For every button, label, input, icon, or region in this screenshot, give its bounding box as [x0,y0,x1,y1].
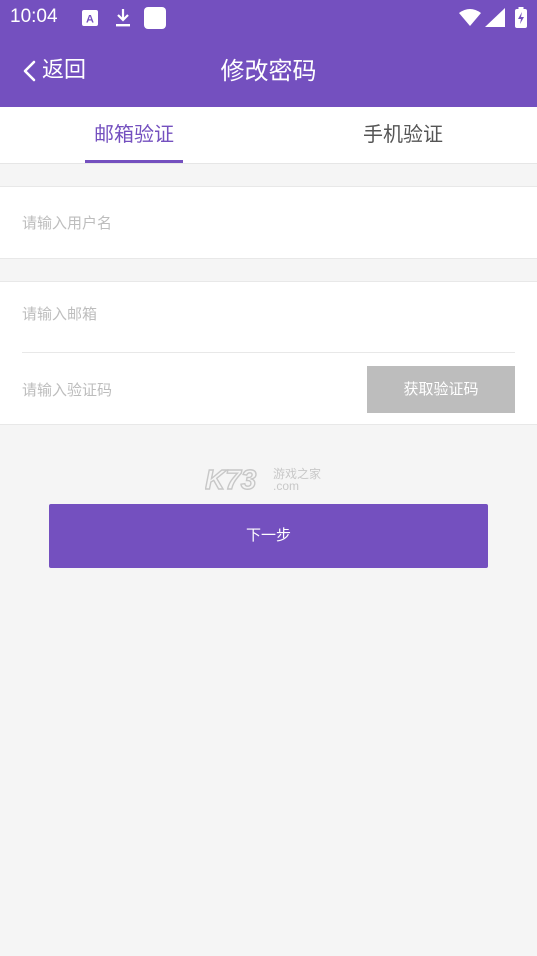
get-code-button[interactable]: 获取验证码 [367,366,515,413]
tab-phone-label: 手机验证 [363,122,443,146]
tab-email-verification[interactable]: 邮箱验证 [85,107,183,164]
font-badge-icon: A [82,10,98,26]
square-app-icon [144,7,166,29]
wifi-icon [459,9,481,26]
email-input[interactable]: 请输入邮箱 [22,303,97,324]
back-label: 返回 [42,58,87,83]
chevron-left-icon [23,60,36,82]
back-button[interactable]: 返回 [22,56,86,86]
watermark-domain: .com [273,479,299,493]
field-divider [22,352,515,353]
status-time: 10:04 [10,6,58,27]
watermark-brand: K73 [205,464,257,495]
username-card: 请输入用户名 [0,186,537,259]
active-tab-indicator [85,160,183,163]
email-card: 请输入邮箱 请输入验证码 获取验证码 [0,281,537,425]
battery-charging-icon [515,7,527,28]
tab-phone-verification[interactable]: 手机验证 [354,107,452,164]
app-bar: 返回 修改密码 [0,36,537,107]
svg-text:A: A [86,14,94,26]
next-step-button[interactable]: 下一步 [49,504,488,568]
username-input[interactable]: 请输入用户名 [22,212,112,233]
signal-icon [485,8,505,27]
status-bar: 10:04 A [0,0,537,36]
verification-code-input[interactable]: 请输入验证码 [22,379,112,400]
tab-bar: 邮箱验证 手机验证 [0,107,537,164]
download-icon [116,9,130,27]
k73-watermark-logo: K73 游戏之家 .com [205,463,321,495]
tab-email-label: 邮箱验证 [94,122,174,146]
